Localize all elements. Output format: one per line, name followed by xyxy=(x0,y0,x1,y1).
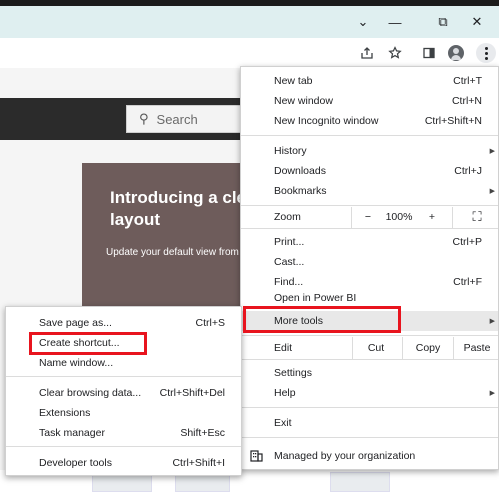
menu-divider xyxy=(6,376,241,377)
menu-item-find[interactable]: Find... Ctrl+F xyxy=(241,272,498,292)
search-input[interactable]: ⚲ Search xyxy=(126,105,256,133)
promo-title: Introducing a clean layout xyxy=(110,188,252,229)
close-icon: ✕ xyxy=(471,14,483,29)
zoom-divider xyxy=(351,207,352,228)
building-icon xyxy=(250,449,263,465)
side-panel-icon[interactable] xyxy=(418,42,440,64)
menu-item-new-incognito[interactable]: New Incognito window Ctrl+Shift+N xyxy=(241,111,498,131)
menu-item-zoom: Zoom − 100% + ⛶ xyxy=(241,207,498,227)
chrome-main-menu: New tab Ctrl+T New window Ctrl+N New Inc… xyxy=(240,66,499,470)
menu-kebab-icon[interactable] xyxy=(476,43,496,63)
zoom-out-button[interactable]: − xyxy=(361,207,375,227)
edit-divider xyxy=(352,337,353,359)
menu-divider xyxy=(241,228,498,229)
menu-item-help[interactable]: Help ▶ xyxy=(241,383,498,403)
share-icon[interactable] xyxy=(356,42,378,64)
fullscreen-icon[interactable]: ⛶ xyxy=(467,207,487,227)
menu-item-save-page[interactable]: Save page as... Ctrl+S xyxy=(6,313,241,333)
profile-avatar[interactable] xyxy=(448,45,464,61)
close-button[interactable]: ✕ xyxy=(454,6,499,38)
submenu-arrow-icon: ▶ xyxy=(489,188,495,195)
menu-item-managed[interactable]: Managed by your organization xyxy=(241,446,498,466)
search-placeholder: Search xyxy=(156,111,198,127)
submenu-arrow-icon: ▶ xyxy=(489,318,495,325)
menu-item-exit[interactable]: Exit xyxy=(241,413,498,433)
menu-divider xyxy=(241,135,498,136)
create-shortcut-highlight-box xyxy=(29,332,147,355)
menu-divider xyxy=(241,437,498,438)
menu-item-new-tab[interactable]: New tab Ctrl+T xyxy=(241,71,498,91)
menu-item-settings[interactable]: Settings xyxy=(241,363,498,383)
edit-divider xyxy=(453,337,454,359)
zoom-divider xyxy=(452,207,453,228)
menu-item-name-window[interactable]: Name window... xyxy=(6,353,241,373)
promo-subtitle: Update your default view from xyxy=(106,247,239,258)
minimize-icon: — xyxy=(388,14,402,30)
menu-item-bookmarks[interactable]: Bookmarks ▶ xyxy=(241,181,498,201)
search-icon: ⚲ xyxy=(139,111,149,126)
edit-divider xyxy=(402,337,403,359)
menu-divider xyxy=(241,407,498,408)
restore-icon: ⧉ xyxy=(438,14,448,29)
menu-item-edit: Edit Cut Copy Paste xyxy=(241,338,498,358)
menu-divider xyxy=(241,205,498,206)
minimize-button[interactable]: — xyxy=(372,6,418,38)
zoom-in-button[interactable]: + xyxy=(425,207,439,227)
cut-button[interactable]: Cut xyxy=(353,338,399,358)
chevron-down-icon: ⌄ xyxy=(357,14,369,29)
menu-divider xyxy=(241,335,498,336)
menu-item-print[interactable]: Print... Ctrl+P xyxy=(241,232,498,252)
bookmark-star-icon[interactable] xyxy=(384,42,406,64)
menu-divider xyxy=(241,359,498,360)
paste-button[interactable]: Paste xyxy=(454,338,499,358)
zoom-level: 100% xyxy=(385,211,413,223)
menu-item-developer-tools[interactable]: Developer tools Ctrl+Shift+I xyxy=(6,453,241,473)
menu-item-downloads[interactable]: Downloads Ctrl+J xyxy=(241,161,498,181)
menu-item-new-window[interactable]: New window Ctrl+N xyxy=(241,91,498,111)
thumbnail xyxy=(330,472,390,492)
menu-divider xyxy=(6,446,241,447)
menu-item-cast[interactable]: Cast... xyxy=(241,252,498,272)
menu-item-task-manager[interactable]: Task manager Shift+Esc xyxy=(6,423,241,443)
menu-item-history[interactable]: History ▶ xyxy=(241,141,498,161)
copy-button[interactable]: Copy xyxy=(403,338,453,358)
menu-item-clear-browsing-data[interactable]: Clear browsing data... Ctrl+Shift+Del xyxy=(6,383,241,403)
menu-item-open-in-powerbi[interactable]: Open in Power BI xyxy=(241,291,498,305)
submenu-arrow-icon: ▶ xyxy=(489,390,495,397)
more-tools-highlight-box xyxy=(243,306,401,333)
submenu-arrow-icon: ▶ xyxy=(489,148,495,155)
menu-item-extensions[interactable]: Extensions xyxy=(6,403,241,423)
